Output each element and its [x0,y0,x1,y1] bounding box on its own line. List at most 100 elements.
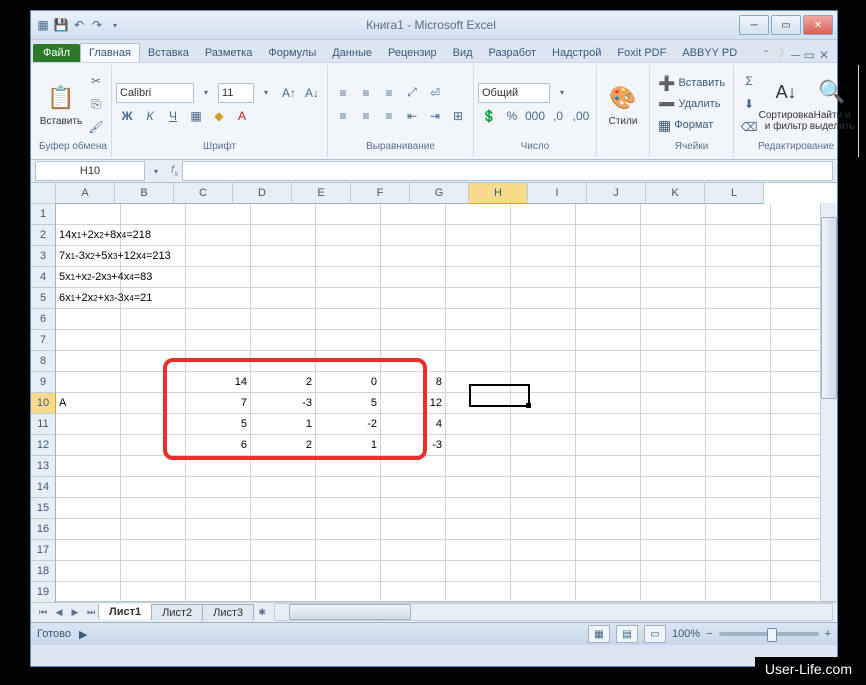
row-headers[interactable]: 12345678910111213141516171819 [31,204,56,603]
tab-file[interactable]: Файл [33,44,80,62]
cell[interactable] [706,456,771,477]
column-header[interactable]: J [587,183,646,204]
cell[interactable] [706,561,771,582]
cell[interactable] [641,267,706,288]
fill-icon[interactable]: ⬇ [738,93,760,115]
cell[interactable] [251,351,316,372]
cell[interactable] [186,477,251,498]
cell[interactable] [316,225,381,246]
cell[interactable] [446,351,511,372]
cell[interactable] [446,309,511,330]
select-all-corner[interactable] [31,183,56,204]
align-middle-icon[interactable]: ≡ [355,82,377,104]
cell[interactable] [641,309,706,330]
cell[interactable]: 1 [316,435,381,456]
cell[interactable] [121,204,186,225]
cell[interactable] [576,288,641,309]
cell[interactable]: 14 [186,372,251,393]
cell[interactable]: 12 [381,393,446,414]
row-header[interactable]: 11 [31,414,56,435]
zoom-out-icon[interactable]: − [706,628,712,640]
cell[interactable] [56,561,121,582]
cell[interactable] [121,309,186,330]
cell[interactable] [56,372,121,393]
row-header[interactable]: 2 [31,225,56,246]
cell[interactable] [121,414,186,435]
tab-layout[interactable]: Разметка [197,44,261,62]
cell[interactable] [381,582,446,603]
paste-button[interactable]: 📋Вставить [39,67,83,141]
cell[interactable] [186,498,251,519]
cell[interactable] [251,540,316,561]
formula-input[interactable] [182,161,833,181]
row-header[interactable]: 7 [31,330,56,351]
cell[interactable] [381,519,446,540]
cell[interactable] [56,498,121,519]
dec-decimal-icon[interactable]: ,00 [570,105,592,127]
sheet-tab-2[interactable]: Лист2 [151,604,203,621]
column-header[interactable]: I [528,183,587,204]
cell[interactable] [186,561,251,582]
column-header[interactable]: G [410,183,469,204]
cell[interactable]: 4 [381,414,446,435]
zoom-in-icon[interactable]: + [825,628,831,640]
insert-cells-button[interactable]: ➕Вставить [654,73,729,93]
styles-button[interactable]: 🎨Стили [601,67,645,141]
cell[interactable] [381,330,446,351]
cell[interactable] [576,456,641,477]
column-header[interactable]: K [646,183,705,204]
cell[interactable] [641,414,706,435]
cell[interactable] [576,330,641,351]
cell[interactable] [316,519,381,540]
first-sheet-icon[interactable]: ⏮ [35,604,51,620]
cell[interactable] [446,414,511,435]
cell[interactable] [186,456,251,477]
cell[interactable] [576,519,641,540]
cell[interactable] [641,435,706,456]
bold-button[interactable]: Ж [116,105,138,127]
cell[interactable] [251,330,316,351]
column-header[interactable]: D [233,183,292,204]
cell[interactable] [121,351,186,372]
orientation-icon[interactable]: ⤢ [401,82,423,104]
cell[interactable] [186,225,251,246]
cell[interactable] [511,561,576,582]
cell[interactable]: 5 [186,414,251,435]
cell[interactable] [641,582,706,603]
cell[interactable] [446,372,511,393]
tab-developer[interactable]: Разработ [481,44,544,62]
cell[interactable] [56,540,121,561]
cell[interactable] [511,351,576,372]
cell[interactable]: A [56,393,121,414]
cell[interactable] [511,414,576,435]
cell[interactable] [251,288,316,309]
dropdown-icon[interactable]: ▾ [195,82,217,104]
cell[interactable] [511,267,576,288]
cell[interactable]: 6 [186,435,251,456]
row-header[interactable]: 5 [31,288,56,309]
maximize-button[interactable]: ▭ [771,15,801,35]
doc-min-icon[interactable]: ─ [791,48,800,62]
fx-icon[interactable]: fx [171,164,178,178]
namebox-dropdown-icon[interactable]: ▾ [145,160,167,182]
zoom-slider[interactable] [719,632,819,636]
cell[interactable] [446,204,511,225]
cell[interactable] [641,246,706,267]
cell[interactable] [706,498,771,519]
cell[interactable] [576,351,641,372]
cell[interactable] [56,435,121,456]
cell[interactable] [186,267,251,288]
scroll-thumb[interactable] [289,604,411,620]
cell[interactable] [381,477,446,498]
cell[interactable]: -2 [316,414,381,435]
cell[interactable] [316,477,381,498]
row-header[interactable]: 1 [31,204,56,225]
cell[interactable] [641,393,706,414]
font-name-dropdown[interactable]: Calibri [116,83,194,103]
cell[interactable] [511,393,576,414]
row-header[interactable]: 14 [31,477,56,498]
cell[interactable] [56,477,121,498]
font-color-icon[interactable]: A [231,105,253,127]
zoom-level[interactable]: 100% [672,628,700,640]
cell[interactable] [511,435,576,456]
